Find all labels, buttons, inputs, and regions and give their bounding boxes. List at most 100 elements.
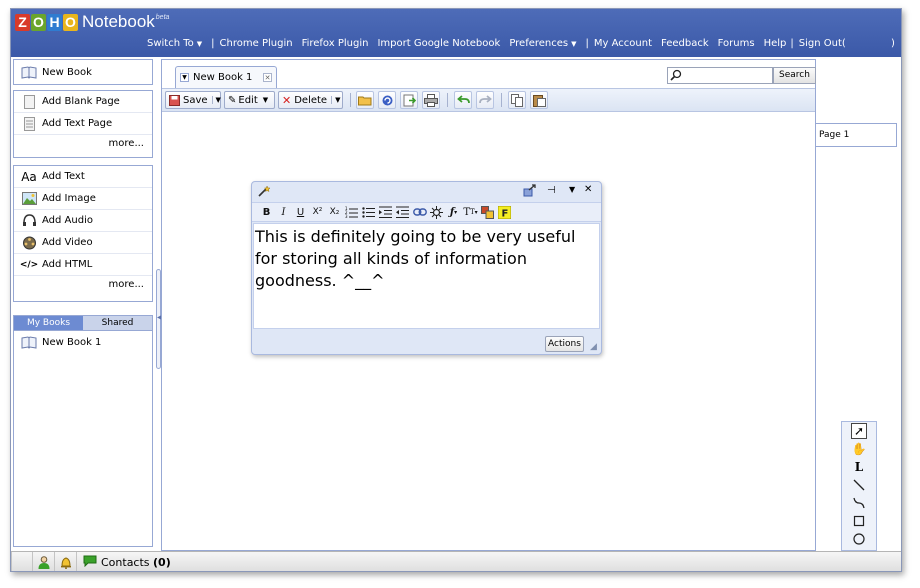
nav-separator: | [211, 38, 215, 49]
svg-text:F: F [502, 208, 509, 219]
nav-feedback[interactable]: Feedback [661, 38, 709, 49]
add-audio-label: Add Audio [42, 215, 93, 226]
font-size-icon[interactable]: T T ▾ [462, 204, 479, 220]
logo-letter-h: H [47, 14, 62, 31]
add-blank-page-label: Add Blank Page [42, 96, 120, 107]
tab-menu-chevron-icon[interactable]: ▼ [180, 73, 189, 82]
save-disk-icon [169, 94, 180, 106]
redo-icon[interactable] [476, 91, 494, 109]
line-tool[interactable] [842, 476, 876, 494]
add-image-button[interactable]: Add Image [14, 188, 152, 210]
select-pointer-tool[interactable]: ➚ [842, 422, 876, 440]
nav-preferences[interactable]: Preferences ▼ [509, 38, 576, 49]
tab-my-books[interactable]: My Books [14, 316, 83, 330]
edit-button[interactable]: ✎ Edit ▼ [224, 91, 275, 109]
outdent-icon[interactable] [394, 204, 411, 220]
export-icon[interactable] [400, 91, 418, 109]
save-button[interactable]: Save ▼ [165, 91, 221, 109]
delete-label: Delete [294, 94, 328, 106]
new-book-button[interactable]: New Book [14, 60, 152, 84]
italic-button[interactable]: I [275, 204, 292, 220]
text-aa-icon: Aa [21, 169, 37, 184]
bullet-list-icon[interactable] [360, 204, 377, 220]
add-text-button[interactable]: Aa Add Text [14, 166, 152, 188]
zoho-notebook-logo[interactable]: Z O H O Notebook beta [15, 13, 169, 31]
numbered-list-icon[interactable]: 123 [343, 204, 360, 220]
add-audio-button[interactable]: Add Audio [14, 210, 152, 232]
subscript-button[interactable]: X₂ [326, 204, 343, 220]
chevron-down-icon[interactable]: ▼ [569, 185, 575, 194]
close-icon[interactable]: ✕ [584, 184, 592, 195]
link-icon[interactable] [411, 204, 428, 220]
chat-bubble-icon [83, 555, 97, 570]
headphones-icon [21, 214, 37, 228]
nav-forums[interactable]: Forums [718, 38, 755, 49]
copy-icon[interactable] [508, 91, 526, 109]
underline-button[interactable]: U [292, 204, 309, 220]
indent-icon[interactable] [377, 204, 394, 220]
undo-icon[interactable] [454, 91, 472, 109]
nav-switch-to[interactable]: Switch To ▼ [147, 38, 202, 49]
more-page-types-link[interactable]: more... [14, 135, 152, 153]
nav-help[interactable]: Help [764, 38, 787, 49]
refresh-icon[interactable] [378, 91, 396, 109]
text-color-icon[interactable] [479, 204, 496, 220]
superscript-button[interactable]: X² [309, 204, 326, 220]
tab-new-book-1-label: New Book 1 [193, 72, 253, 83]
widget-settings-icon[interactable] [523, 184, 537, 200]
nav-my-account[interactable]: My Account [594, 38, 652, 49]
ellipse-tool[interactable] [842, 530, 876, 548]
widget-titlebar[interactable]: ⊣ ▼ ✕ [252, 182, 601, 200]
nav-sign-out[interactable]: Sign Out( [799, 38, 846, 49]
book-tabs: My Books Shared [13, 315, 153, 331]
add-text-page-button[interactable]: Add Text Page [14, 113, 152, 135]
add-text-page-label: Add Text Page [42, 118, 113, 129]
tab-new-book-1[interactable]: ▼ New Book 1 ✕ [175, 66, 277, 88]
add-blank-page-button[interactable]: Add Blank Page [14, 91, 152, 113]
blank-page-icon [21, 94, 37, 109]
more-content-types-link[interactable]: more... [14, 276, 152, 294]
print-icon[interactable] [422, 91, 440, 109]
actions-button[interactable]: Actions [545, 336, 584, 352]
tab-shared[interactable]: Shared [83, 316, 152, 330]
font-family-icon[interactable]: ƒ ▾ [445, 204, 462, 220]
special-character-icon[interactable] [428, 204, 445, 220]
open-folder-icon[interactable] [356, 91, 374, 109]
nav-chrome-plugin[interactable]: Chrome Plugin [220, 38, 293, 49]
paste-icon[interactable] [530, 91, 548, 109]
connector-tool[interactable]: L [842, 458, 876, 476]
chevron-down-icon[interactable]: ▼ [260, 96, 268, 104]
search-button[interactable]: Search [773, 67, 816, 84]
pin-icon[interactable]: ⊣ [547, 185, 556, 196]
note-text-editor[interactable]: This is definitely going to be very usef… [253, 223, 600, 329]
user-status-icon[interactable] [33, 552, 55, 571]
book-list-item[interactable]: New Book 1 [14, 331, 152, 353]
nav-separator: | [585, 38, 589, 49]
nav-import-google-notebook[interactable]: Import Google Notebook [377, 38, 500, 49]
chevron-down-icon[interactable]: ▼ [211, 96, 221, 104]
add-video-label: Add Video [42, 237, 93, 248]
contacts-button[interactable]: Contacts (0) [77, 555, 171, 570]
close-tab-icon[interactable]: ✕ [263, 73, 272, 82]
text-note-widget[interactable]: ⊣ ▼ ✕ B I U X² X₂ 123 ƒ ▾ T T ▾ F This i… [251, 181, 602, 355]
nav-firefox-plugin[interactable]: Firefox Plugin [302, 38, 369, 49]
drawing-toolbar: ➚ ✋ L [841, 421, 877, 551]
search-input[interactable] [667, 67, 773, 84]
delete-button[interactable]: ✕ Delete ▼ [278, 91, 343, 109]
resize-grip-icon[interactable]: ◢ [590, 342, 597, 352]
add-video-button[interactable]: Add Video [14, 232, 152, 254]
code-tag-icon: </> [19, 259, 39, 270]
nav-preferences-label: Preferences [509, 38, 569, 49]
notification-bell-icon[interactable] [55, 552, 77, 571]
highlight-color-icon[interactable]: F [496, 204, 513, 220]
pan-hand-tool[interactable]: ✋ [842, 440, 876, 458]
rectangle-tool[interactable] [842, 512, 876, 530]
logo-beta-badge: beta [155, 14, 170, 21]
curve-tool[interactable] [842, 494, 876, 512]
chevron-down-icon[interactable]: ▼ [331, 96, 340, 104]
add-html-button[interactable]: </> Add HTML [14, 254, 152, 276]
bold-button[interactable]: B [258, 204, 275, 220]
book-tab-strip: ▼ New Book 1 ✕ Search [162, 60, 816, 88]
page-list-item[interactable]: Page 1 [816, 123, 897, 147]
edit-wand-icon[interactable] [258, 185, 272, 200]
